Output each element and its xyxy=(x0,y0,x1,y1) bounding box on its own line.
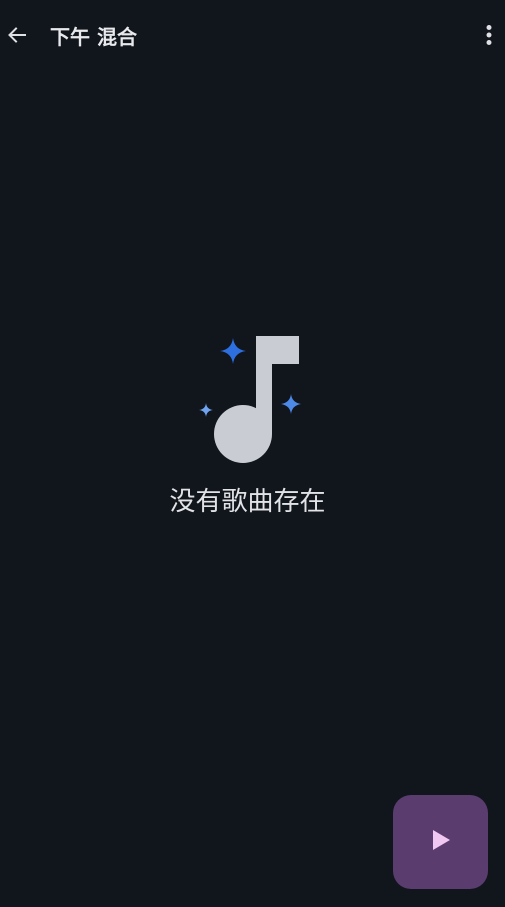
more-options-button[interactable] xyxy=(474,20,504,54)
music-note-sparkle-icon xyxy=(190,330,315,470)
play-icon xyxy=(430,828,452,856)
top-app-bar: 下午 混合 xyxy=(0,0,505,74)
empty-state-message: 没有歌曲存在 xyxy=(169,487,326,517)
more-vertical-icon xyxy=(485,23,493,51)
play-button[interactable] xyxy=(393,795,488,889)
back-button[interactable] xyxy=(2,20,32,54)
page-title: 下午 混合 xyxy=(50,25,137,49)
arrow-left-icon xyxy=(5,23,29,51)
